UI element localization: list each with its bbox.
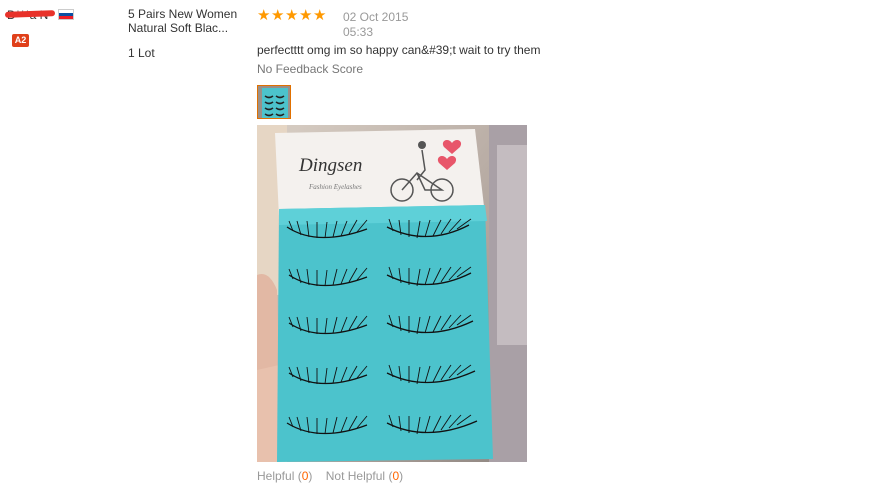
not-helpful-link[interactable]: Not Helpful (0): [326, 469, 403, 483]
star-rating: ★ ★ ★ ★ ★: [257, 7, 327, 24]
star-icon: ★: [271, 7, 285, 24]
review-date-time: 05:33: [343, 25, 374, 39]
helpful-count: 0: [301, 469, 309, 483]
brand-subtitle: Fashion Eyelashes: [308, 183, 362, 191]
buyer-level-badge: A2: [12, 34, 29, 47]
review-photo[interactable]: Dingsen Fashion Eyelashes: [257, 125, 527, 462]
review-date-day: 02 Oct 2015: [343, 10, 409, 24]
feedback-score: No Feedback Score: [257, 62, 364, 76]
star-icon: ★: [299, 7, 313, 24]
product-title[interactable]: 5 Pairs New Women Natural Soft Blac...: [128, 7, 248, 35]
product-quantity: 1 Lot: [128, 46, 155, 60]
not-helpful-count: 0: [392, 469, 400, 483]
brand-text: Dingsen: [298, 155, 362, 176]
thumbnail-image: [258, 86, 290, 118]
helpful-label: Helpful: [257, 469, 295, 483]
star-icon: ★: [257, 7, 271, 24]
review-date: 02 Oct 2015 05:33: [343, 10, 408, 40]
not-helpful-label: Not Helpful: [325, 469, 386, 483]
review-text: perfectttt omg im so happy can&#39;t wai…: [257, 43, 541, 57]
helpful-link[interactable]: Helpful (0): [257, 469, 312, 483]
eyelash-package-image: Dingsen Fashion Eyelashes: [257, 125, 527, 462]
star-icon: ★: [313, 7, 327, 24]
photo-thumbnail[interactable]: [257, 85, 291, 119]
helpful-row: Helpful (0) Not Helpful (0): [257, 469, 403, 483]
country-flag-icon: [58, 9, 74, 20]
star-icon: ★: [285, 7, 299, 24]
